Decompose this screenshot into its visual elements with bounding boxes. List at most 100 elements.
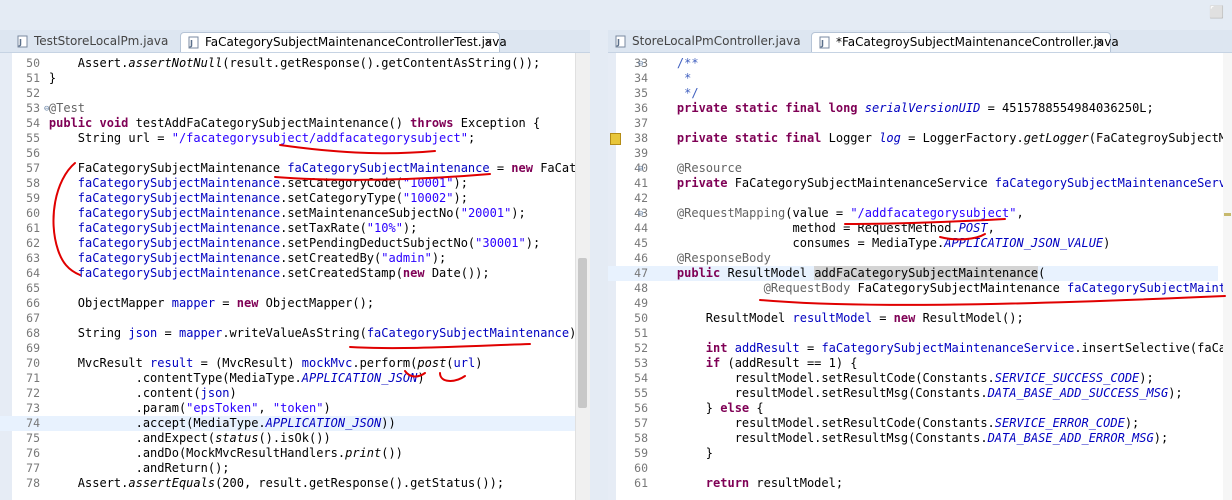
code-token: ResultModel(); xyxy=(915,311,1024,325)
warning-icon[interactable] xyxy=(610,133,621,145)
code-token: assertEquals xyxy=(128,476,216,490)
controller-editor-pane: ⬜ J StoreLocalPmController.java J *FaCat… xyxy=(608,0,1232,500)
close-tab-icon[interactable]: ✕ xyxy=(484,33,493,52)
tab-controller-test[interactable]: J FaCategorySubjectMaintenanceController… xyxy=(180,32,507,52)
code-line[interactable]: 34 * xyxy=(608,71,1218,86)
tab-label: *FaCategroySubjectMaintenanceController.… xyxy=(836,35,1119,49)
tab-store-local-pm-controller[interactable]: J StoreLocalPmController.java xyxy=(608,32,813,52)
code-line[interactable]: 69 xyxy=(0,341,576,356)
code-line[interactable]: 55 String url = "/facategorysubject/addf… xyxy=(0,131,576,146)
code-line[interactable]: 74 .accept(MediaType.APPLICATION_JSON)) xyxy=(0,416,576,431)
right-code-editor[interactable]: 33 ⊖ /** 34 * 35 */36 private static final … xyxy=(608,53,1232,500)
code-line[interactable]: 55 resultModel.setResultMsg(Constants.DA… xyxy=(608,386,1218,401)
code-token: ); xyxy=(453,191,468,205)
right-top-strip: ⬜ xyxy=(608,0,1232,30)
code-line[interactable]: 53 ⊖ @Test xyxy=(0,101,576,116)
code-token: ().isOk()) xyxy=(258,431,331,445)
code-text: FaCategorySubjectMaintenance faCategoryS… xyxy=(20,161,590,176)
code-line[interactable]: 43 ⊖ @RequestMapping(value = "/addfacateg… xyxy=(608,206,1218,221)
code-line[interactable]: 71 .contentType(MediaType.APPLICATION_JS… xyxy=(0,371,576,386)
code-line[interactable]: 61 faCategorySubjectMaintenance.setTaxRa… xyxy=(0,221,576,236)
line-number: 49 xyxy=(634,296,648,310)
tab-category-controller[interactable]: J *FaCategroySubjectMaintenanceControlle… xyxy=(811,32,1119,52)
code-text: .content(json) xyxy=(20,386,237,401)
code-text: String url = "/facategorysubject/addfaca… xyxy=(20,131,475,146)
code-token: if xyxy=(705,356,721,370)
code-line[interactable]: 39 xyxy=(608,146,1218,161)
code-line[interactable]: 59 faCategorySubjectMaintenance.setCateg… xyxy=(0,191,576,206)
code-line[interactable]: 78 Assert.assertEquals(200, result.getRe… xyxy=(0,476,576,491)
code-line[interactable]: 50 ResultModel resultModel = new ResultM… xyxy=(608,311,1218,326)
code-line[interactable]: 60 faCategorySubjectMaintenance.setMaint… xyxy=(0,206,576,221)
code-line[interactable]: 59 } xyxy=(608,446,1218,461)
left-scroll-thumb[interactable] xyxy=(578,258,587,408)
code-line[interactable]: 40 ⊖ @Resource xyxy=(608,161,1218,176)
code-text: ObjectMapper mapper = new ObjectMapper()… xyxy=(20,296,374,311)
close-tab-icon[interactable]: ✕ xyxy=(1095,33,1104,52)
code-line[interactable]: 66 ObjectMapper mapper = new ObjectMappe… xyxy=(0,296,576,311)
code-line[interactable]: 48 @RequestBody FaCategorySubjectMainten… xyxy=(608,281,1232,296)
svg-text:J: J xyxy=(820,39,824,48)
left-vertical-scrollbar[interactable] xyxy=(575,53,590,500)
code-line[interactable]: 53 if (addResult == 1) { xyxy=(608,356,1218,371)
code-line[interactable]: 50 Assert.assertNotNull(result.getRespon… xyxy=(0,56,576,71)
code-line[interactable]: 64 faCategorySubjectMaintenance.setCreat… xyxy=(0,266,576,281)
code-line[interactable]: 63 faCategorySubjectMaintenance.setCreat… xyxy=(0,251,576,266)
code-line[interactable]: 54 public void testAddFaCategorySubjectM… xyxy=(0,116,576,131)
line-number: 53 xyxy=(634,356,648,370)
code-line[interactable]: 57 resultModel.setResultCode(Constants.S… xyxy=(608,416,1218,431)
left-code-editor[interactable]: 50 Assert.assertNotNull(result.getRespon… xyxy=(0,53,590,500)
code-line[interactable]: 51 } xyxy=(0,71,576,86)
code-line[interactable]: 76 .andDo(MockMvcResultHandlers.print()) xyxy=(0,446,576,461)
code-line[interactable]: 54 resultModel.setResultCode(Constants.S… xyxy=(608,371,1218,386)
code-line[interactable]: 38 private static final Logger log = Log… xyxy=(608,131,1232,146)
code-line[interactable]: 44 method = RequestMethod.POST, xyxy=(608,221,1218,236)
code-line[interactable]: 49 xyxy=(608,296,1218,311)
code-line[interactable]: 65 xyxy=(0,281,576,296)
line-number: 51 xyxy=(634,326,648,340)
code-line[interactable]: 45 consumes = MediaType.APPLICATION_JSON… xyxy=(608,236,1218,251)
code-line[interactable]: 42 xyxy=(608,191,1218,206)
code-line[interactable]: 52 int addResult = faCategorySubjectMain… xyxy=(608,341,1232,356)
code-line[interactable]: 41 private FaCategorySubjectMaintenanceS… xyxy=(608,176,1232,191)
code-line[interactable]: 46 @ResponseBody xyxy=(608,251,1218,266)
code-line[interactable]: 61 return resultModel; xyxy=(608,476,1218,491)
code-line[interactable]: 77 .andReturn(); xyxy=(0,461,576,476)
code-line[interactable]: 56 xyxy=(0,146,576,161)
code-line[interactable]: 33 ⊖ /** xyxy=(608,56,1218,71)
code-line[interactable]: 68 String json = mapper.writeValueAsStri… xyxy=(0,326,583,341)
code-line[interactable]: 62 faCategorySubjectMaintenance.setPendi… xyxy=(0,236,576,251)
code-line[interactable]: 52 xyxy=(0,86,576,101)
fold-toggle-icon[interactable]: ⊖ xyxy=(638,57,643,72)
fold-toggle-icon[interactable]: ⊖ xyxy=(638,207,643,222)
code-token: resultModel.setResultCode(Constants. xyxy=(648,416,995,430)
code-line[interactable]: 67 xyxy=(0,311,576,326)
fold-toggle-icon[interactable]: ⊖ xyxy=(638,162,643,177)
code-token: */ xyxy=(648,86,699,100)
editor-split-divider[interactable] xyxy=(590,0,608,500)
code-line[interactable]: 72 .content(json) xyxy=(0,386,576,401)
code-line[interactable]: 58 resultModel.setResultMsg(Constants.DA… xyxy=(608,431,1218,446)
code-line[interactable]: 47 public ResultModel addFaCategorySubje… xyxy=(608,266,1218,281)
code-line[interactable]: 58 faCategorySubjectMaintenance.setCateg… xyxy=(0,176,576,191)
tab-test-store-local-pm[interactable]: J TestStoreLocalPm.java xyxy=(10,32,170,52)
maximize-icon[interactable]: ⬜ xyxy=(1209,5,1224,19)
right-overview-ruler[interactable] xyxy=(1223,53,1232,500)
code-line[interactable]: 60 xyxy=(608,461,1218,476)
line-number: 34 xyxy=(634,71,648,85)
code-line[interactable]: 73 .param("epsToken", "token") xyxy=(0,401,576,416)
code-line[interactable]: 36 private static final long serialVersi… xyxy=(608,101,1218,116)
overview-marker[interactable] xyxy=(1224,213,1231,216)
code-line[interactable]: 70 MvcResult result = (MvcResult) mockMv… xyxy=(0,356,576,371)
code-line[interactable]: 56 } else { xyxy=(608,401,1218,416)
code-line[interactable]: 57 FaCategorySubjectMaintenance faCatego… xyxy=(0,161,590,176)
code-line[interactable]: 51 xyxy=(608,326,1218,341)
code-line[interactable]: 75 .andExpect(status().isOk()) xyxy=(0,431,576,446)
code-line[interactable]: 35 */ xyxy=(608,86,1218,101)
code-line[interactable]: 37 xyxy=(608,116,1218,131)
code-token: faCategorySubjectMaintenance xyxy=(77,251,281,265)
code-token: "/facategorysubject/addfacategorysubject… xyxy=(171,131,468,145)
